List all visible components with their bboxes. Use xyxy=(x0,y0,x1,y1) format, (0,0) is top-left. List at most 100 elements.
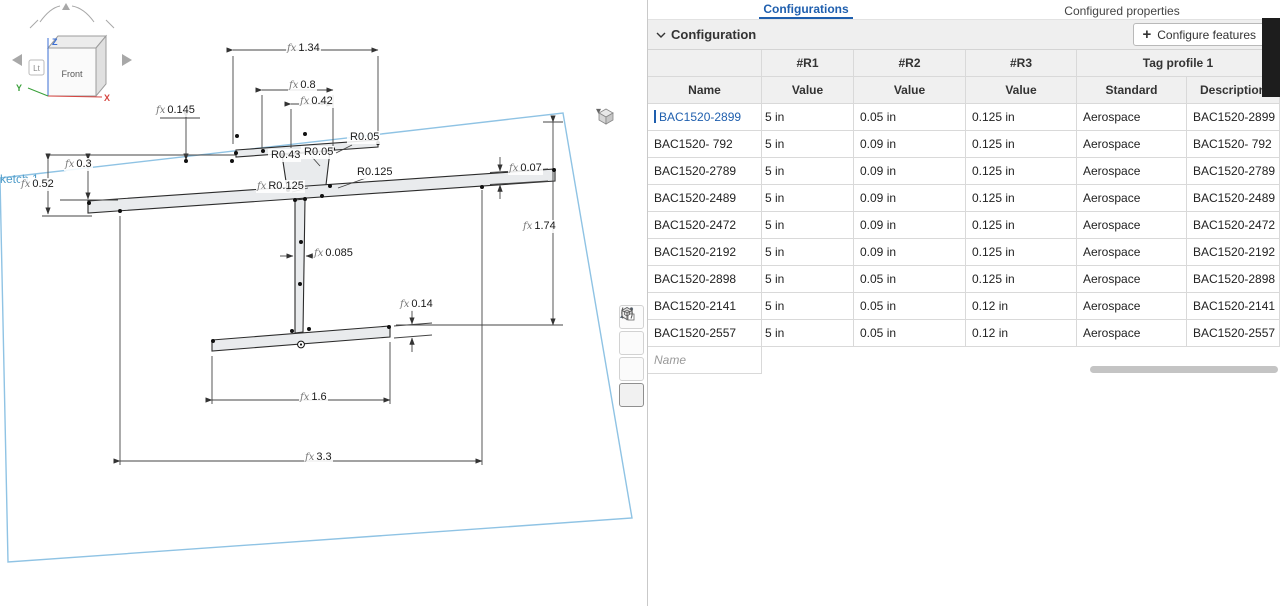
cell-standard[interactable]: Aerospace xyxy=(1077,293,1187,320)
cell-description[interactable]: BAC1520-2192 xyxy=(1187,239,1280,266)
radius-label[interactable]: R0.43 xyxy=(268,149,301,162)
dimension-label[interactable]: fx0.145 xyxy=(155,104,196,117)
cell-r2-value[interactable]: 0.09 in xyxy=(854,239,966,266)
cell-name[interactable]: BAC1520-2489 xyxy=(648,185,762,212)
rotate-corner-left-icon[interactable] xyxy=(30,20,38,28)
cell-r1-value[interactable]: 5 in xyxy=(762,320,854,347)
cell-name[interactable]: BAC1520-2789 xyxy=(648,158,762,185)
cell-name[interactable]: BAC1520-2472 xyxy=(648,212,762,239)
display-options-button[interactable] xyxy=(619,357,644,381)
cell-r1-value[interactable]: 5 in xyxy=(762,104,854,131)
cell-name[interactable]: BAC1520-2898 xyxy=(648,266,762,293)
cell-r3-value[interactable]: 0.125 in xyxy=(966,185,1077,212)
rotate-left-icon[interactable] xyxy=(40,6,60,22)
horizontal-scrollbar-thumb[interactable] xyxy=(1090,366,1278,373)
cell-r1-value[interactable]: 5 in xyxy=(762,239,854,266)
dimension-label[interactable]: fx3.3 xyxy=(304,451,333,464)
cell-name[interactable]: BAC1520-2899 xyxy=(648,104,762,131)
view-mode-dropdown[interactable]: ▾ xyxy=(596,106,601,117)
radius-label[interactable]: R0.125 xyxy=(354,166,393,179)
column-header-standard[interactable]: Standard xyxy=(1077,77,1187,104)
cell-r1-value[interactable]: 5 in xyxy=(762,158,854,185)
profile-geometry[interactable] xyxy=(88,140,555,351)
view-cube-button[interactable] xyxy=(619,331,644,355)
cell-name[interactable]: BAC1520-2557 xyxy=(648,320,762,347)
dimension-label[interactable]: fx0.3 xyxy=(64,158,93,171)
cell-description[interactable]: BAC1520-2898 xyxy=(1187,266,1280,293)
cell-r2-value[interactable]: 0.09 in xyxy=(854,212,966,239)
cell-r3-value[interactable]: 0.125 in xyxy=(966,158,1077,185)
column-header-value[interactable]: Value xyxy=(762,77,854,104)
group-header-r1[interactable]: #R1 xyxy=(762,50,854,77)
cell-name[interactable]: BAC1520- 792 xyxy=(648,131,762,158)
cell-standard[interactable]: Aerospace xyxy=(1077,158,1187,185)
cell-standard[interactable]: Aerospace xyxy=(1077,266,1187,293)
rotate-corner-right-icon[interactable] xyxy=(106,20,114,28)
cell-r3-value[interactable]: 0.125 in xyxy=(966,239,1077,266)
tab-configurations[interactable]: Configurations xyxy=(648,0,964,19)
dimension-label[interactable]: fx0.42 xyxy=(299,95,334,108)
cell-description[interactable]: BAC1520-2489 xyxy=(1187,185,1280,212)
dimension-label[interactable]: fx0.07 xyxy=(508,162,543,175)
table-row[interactable]: BAC1520-2557 5 in 0.05 in 0.12 in Aerosp… xyxy=(648,320,1280,347)
arrow-left-icon[interactable] xyxy=(12,54,22,66)
table-row[interactable]: BAC1520-2141 5 in 0.05 in 0.12 in Aerosp… xyxy=(648,293,1280,320)
cell-r2-value[interactable]: 0.05 in xyxy=(854,320,966,347)
cell-r2-value[interactable]: 0.05 in xyxy=(854,266,966,293)
cell-r1-value[interactable]: 5 in xyxy=(762,266,854,293)
cell-r2-value[interactable]: 0.05 in xyxy=(854,293,966,320)
cell-standard[interactable]: Aerospace xyxy=(1077,320,1187,347)
cell-standard[interactable]: Aerospace xyxy=(1077,212,1187,239)
dimension-label[interactable]: fx1.74 xyxy=(522,220,557,233)
vertical-scrollbar-thumb[interactable] xyxy=(1262,18,1280,97)
table-row[interactable]: BAC1520-2489 5 in 0.09 in 0.125 in Aeros… xyxy=(648,185,1280,212)
cell-r1-value[interactable]: 5 in xyxy=(762,212,854,239)
column-header-value[interactable]: Value xyxy=(966,77,1077,104)
cell-r1-value[interactable]: 5 in xyxy=(762,293,854,320)
cell-r3-value[interactable]: 0.125 in xyxy=(966,266,1077,293)
column-header-value[interactable]: Value xyxy=(854,77,966,104)
profile-web[interactable] xyxy=(295,199,305,333)
radius-label[interactable]: fxR0.125 xyxy=(256,180,305,193)
arrow-right-icon[interactable] xyxy=(122,54,132,66)
dimension-label[interactable]: fx1.6 xyxy=(299,391,328,404)
group-header-tag-profile[interactable]: Tag profile 1 xyxy=(1077,50,1280,77)
configure-features-button[interactable]: + Configure features xyxy=(1133,23,1267,46)
cell-r2-value[interactable]: 0.09 in xyxy=(854,185,966,212)
cell-r3-value[interactable]: 0.125 in xyxy=(966,212,1077,239)
table-row[interactable]: BAC1520-2472 5 in 0.09 in 0.125 in Aeros… xyxy=(648,212,1280,239)
radius-label[interactable]: R0.05 xyxy=(347,131,380,144)
cell-standard[interactable]: Aerospace xyxy=(1077,131,1187,158)
sketch-points[interactable] xyxy=(87,101,556,348)
cell-name[interactable]: BAC1520-2141 xyxy=(648,293,762,320)
cell-description[interactable]: BAC1520-2472 xyxy=(1187,212,1280,239)
tab-configured-properties[interactable]: Configured properties xyxy=(964,2,1280,19)
cell-name[interactable]: BAC1520-2192 xyxy=(648,239,762,266)
table-row[interactable]: BAC1520-2789 5 in 0.09 in 0.125 in Aeros… xyxy=(648,158,1280,185)
cell-standard[interactable]: Aerospace xyxy=(1077,185,1187,212)
table-row[interactable]: BAC1520-2899 5 in 0.05 in 0.125 in Aeros… xyxy=(648,104,1280,131)
dimension-label[interactable]: fx0.14 xyxy=(399,298,434,311)
radius-label[interactable]: R0.05 xyxy=(301,146,334,159)
table-row[interactable]: BAC1520- 792 5 in 0.09 in 0.125 in Aeros… xyxy=(648,131,1280,158)
cell-r3-value[interactable]: 0.125 in xyxy=(966,104,1077,131)
group-header-r2[interactable]: #R2 xyxy=(854,50,966,77)
perspective-button[interactable] xyxy=(619,383,644,407)
cell-description[interactable]: BAC1520-2557 xyxy=(1187,320,1280,347)
cell-description[interactable]: BAC1520-2789 xyxy=(1187,158,1280,185)
cell-description[interactable]: BAC1520-2141 xyxy=(1187,293,1280,320)
cell-r3-value[interactable]: 0.125 in xyxy=(966,131,1077,158)
cell-r1-value[interactable]: 5 in xyxy=(762,131,854,158)
column-header-name[interactable]: Name xyxy=(648,77,762,104)
cell-r3-value[interactable]: 0.12 in xyxy=(966,320,1077,347)
rotate-up-icon[interactable] xyxy=(62,3,70,10)
cell-r2-value[interactable]: 0.09 in xyxy=(854,131,966,158)
cell-standard[interactable]: Aerospace xyxy=(1077,104,1187,131)
cell-r3-value[interactable]: 0.12 in xyxy=(966,293,1077,320)
cell-r1-value[interactable]: 5 in xyxy=(762,185,854,212)
chevron-down-icon[interactable] xyxy=(656,30,666,40)
dimension-label[interactable]: fx1.34 xyxy=(286,42,321,55)
dimension-label[interactable]: fx0.8 xyxy=(288,79,317,92)
rotate-right-icon[interactable] xyxy=(72,6,94,22)
cell-description[interactable]: BAC1520- 792 xyxy=(1187,131,1280,158)
